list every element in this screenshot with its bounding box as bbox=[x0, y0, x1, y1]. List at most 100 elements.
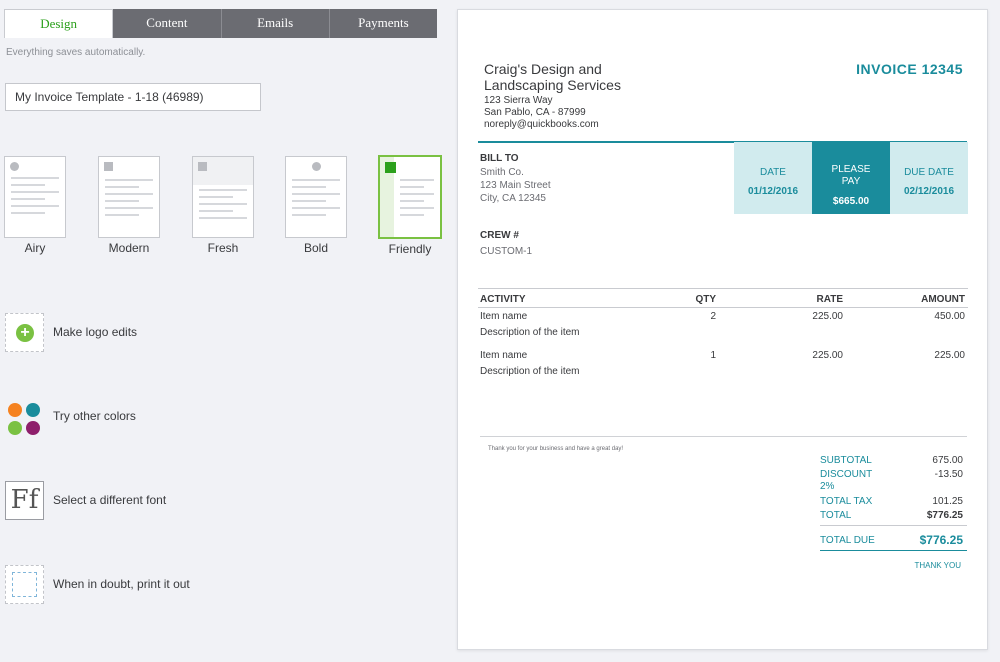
action-label: Try other colors bbox=[53, 409, 136, 423]
font-icon[interactable]: Ff bbox=[5, 481, 44, 520]
orange-swatch-icon bbox=[8, 403, 22, 417]
style-option-fresh[interactable]: Fresh bbox=[192, 156, 254, 255]
logo-box[interactable]: + bbox=[5, 313, 44, 352]
plus-circle-icon: + bbox=[16, 324, 34, 342]
activity-column-header: ACTIVITY bbox=[480, 294, 526, 305]
print-preview-icon[interactable] bbox=[5, 565, 44, 604]
logo-placeholder-icon bbox=[198, 162, 207, 171]
total-tax-label: TOTAL TAX bbox=[820, 496, 873, 507]
logo-placeholder-icon bbox=[104, 162, 113, 171]
subtotal-label: SUBTOTAL bbox=[820, 455, 872, 466]
style-option-airy[interactable]: Airy bbox=[4, 156, 66, 255]
try-other-colors-option[interactable]: Try other colors bbox=[5, 397, 305, 437]
invoice-preview: Craig's Design and Landscaping Services … bbox=[457, 9, 988, 650]
discount-value: -13.50 bbox=[934, 469, 963, 480]
total-label: TOTAL bbox=[820, 510, 852, 521]
tab-emails[interactable]: Emails bbox=[221, 9, 330, 38]
bill-to-name: Smith Co. bbox=[480, 167, 524, 178]
item-description: Description of the item bbox=[480, 366, 580, 377]
autosave-note: Everything saves automatically. bbox=[6, 47, 146, 58]
tab-payments[interactable]: Payments bbox=[329, 9, 437, 38]
bill-to-city: City, CA 12345 bbox=[480, 193, 546, 204]
qty-column-header: QTY bbox=[695, 294, 716, 305]
items-divider bbox=[480, 436, 967, 437]
item-rate: 225.00 bbox=[812, 311, 843, 322]
action-label: When in doubt, print it out bbox=[53, 577, 190, 591]
bill-to-street: 123 Main Street bbox=[480, 180, 551, 191]
bill-to-heading: BILL TO bbox=[480, 153, 519, 164]
total-tax-value: 101.25 bbox=[932, 496, 963, 507]
invoice-title: INVOICE 12345 bbox=[856, 61, 963, 77]
logo-placeholder-icon bbox=[10, 162, 19, 171]
crew-label: CREW # bbox=[480, 230, 519, 241]
color-palette-icon[interactable] bbox=[5, 397, 44, 436]
logo-placeholder-icon bbox=[385, 162, 396, 173]
item-name: Item name bbox=[480, 350, 528, 361]
style-thumbnail[interactable] bbox=[4, 156, 66, 238]
date-label: DATE bbox=[760, 167, 786, 178]
customize-tabs: Design Content Emails Payments bbox=[4, 9, 437, 38]
total-due-value: $776.25 bbox=[919, 533, 963, 547]
purple-swatch-icon bbox=[26, 421, 40, 435]
action-label: Make logo edits bbox=[53, 325, 138, 339]
due-date-label: DUE DATE bbox=[904, 167, 954, 178]
make-logo-edits-option[interactable]: + Make logo edits bbox=[5, 313, 305, 353]
item-qty: 1 bbox=[710, 350, 716, 361]
style-thumbnail[interactable] bbox=[192, 156, 254, 238]
please-pay-label-line1: PLEASE bbox=[831, 164, 871, 175]
logo-placeholder-icon bbox=[312, 162, 321, 171]
style-option-modern[interactable]: Modern bbox=[98, 156, 160, 255]
total-value: $776.25 bbox=[926, 510, 963, 521]
invoice-note: Thank you for your business and have a g… bbox=[488, 446, 624, 452]
table-row: Item name Description of the item 2 225.… bbox=[478, 311, 968, 345]
template-name-input[interactable]: My Invoice Template - 1-18 (46989) bbox=[5, 83, 261, 111]
tab-design[interactable]: Design bbox=[4, 9, 114, 38]
total-due-label: TOTAL DUE bbox=[820, 535, 875, 546]
style-option-bold[interactable]: Bold bbox=[285, 156, 347, 255]
tab-content[interactable]: Content bbox=[113, 9, 222, 38]
discount-percent: 2% bbox=[820, 481, 835, 492]
style-thumbnail[interactable] bbox=[285, 156, 347, 238]
print-option[interactable]: When in doubt, print it out bbox=[5, 565, 305, 605]
company-email: noreply@quickbooks.com bbox=[484, 119, 599, 130]
rate-column-header: RATE bbox=[816, 294, 843, 305]
total-due-divider bbox=[820, 550, 967, 551]
line-items-header: ACTIVITY QTY RATE AMOUNT bbox=[478, 288, 968, 308]
style-label: Bold bbox=[303, 241, 329, 255]
please-pay-value: $665.00 bbox=[832, 196, 870, 207]
style-label: Modern bbox=[108, 241, 150, 255]
style-label: Friendly bbox=[388, 242, 432, 256]
style-label: Fresh bbox=[207, 241, 239, 255]
action-label: Select a different font bbox=[53, 493, 167, 507]
template-style-picker: Airy Modern Fresh Bold Friendly bbox=[4, 155, 444, 256]
date-value: 01/12/2016 bbox=[747, 186, 799, 197]
item-qty: 2 bbox=[710, 311, 716, 322]
green-swatch-icon bbox=[8, 421, 22, 435]
due-date-box: DUE DATE 02/12/2016 bbox=[890, 142, 968, 214]
subtotal-value: 675.00 bbox=[932, 455, 963, 466]
company-address-line1: 123 Sierra Way bbox=[484, 95, 553, 106]
please-pay-box: PLEASE PAY $665.00 bbox=[812, 142, 890, 214]
teal-swatch-icon bbox=[26, 403, 40, 417]
discount-label: DISCOUNT bbox=[820, 469, 873, 480]
company-address-line2: San Pablo, CA - 87999 bbox=[484, 107, 586, 118]
item-amount: 225.00 bbox=[934, 350, 965, 361]
amount-column-header: AMOUNT bbox=[921, 294, 965, 305]
style-thumbnail-selected[interactable] bbox=[378, 155, 442, 239]
total-divider bbox=[820, 525, 967, 526]
please-pay-label-line2: PAY bbox=[841, 176, 861, 187]
due-date-value: 02/12/2016 bbox=[903, 186, 955, 197]
select-font-option[interactable]: Ff Select a different font bbox=[5, 481, 305, 521]
crew-value: CUSTOM-1 bbox=[480, 246, 533, 257]
style-thumbnail[interactable] bbox=[98, 156, 160, 238]
style-option-friendly[interactable]: Friendly bbox=[378, 155, 442, 256]
date-box: DATE 01/12/2016 bbox=[734, 142, 812, 214]
thank-you-text: THANK YOU bbox=[914, 561, 961, 570]
style-label: Airy bbox=[24, 241, 46, 255]
company-name: Craig's Design and Landscaping Services bbox=[484, 61, 621, 93]
item-name: Item name bbox=[480, 311, 528, 322]
table-row: Item name Description of the item 1 225.… bbox=[478, 350, 968, 384]
item-amount: 450.00 bbox=[934, 311, 965, 322]
item-description: Description of the item bbox=[480, 327, 580, 338]
item-rate: 225.00 bbox=[812, 350, 843, 361]
